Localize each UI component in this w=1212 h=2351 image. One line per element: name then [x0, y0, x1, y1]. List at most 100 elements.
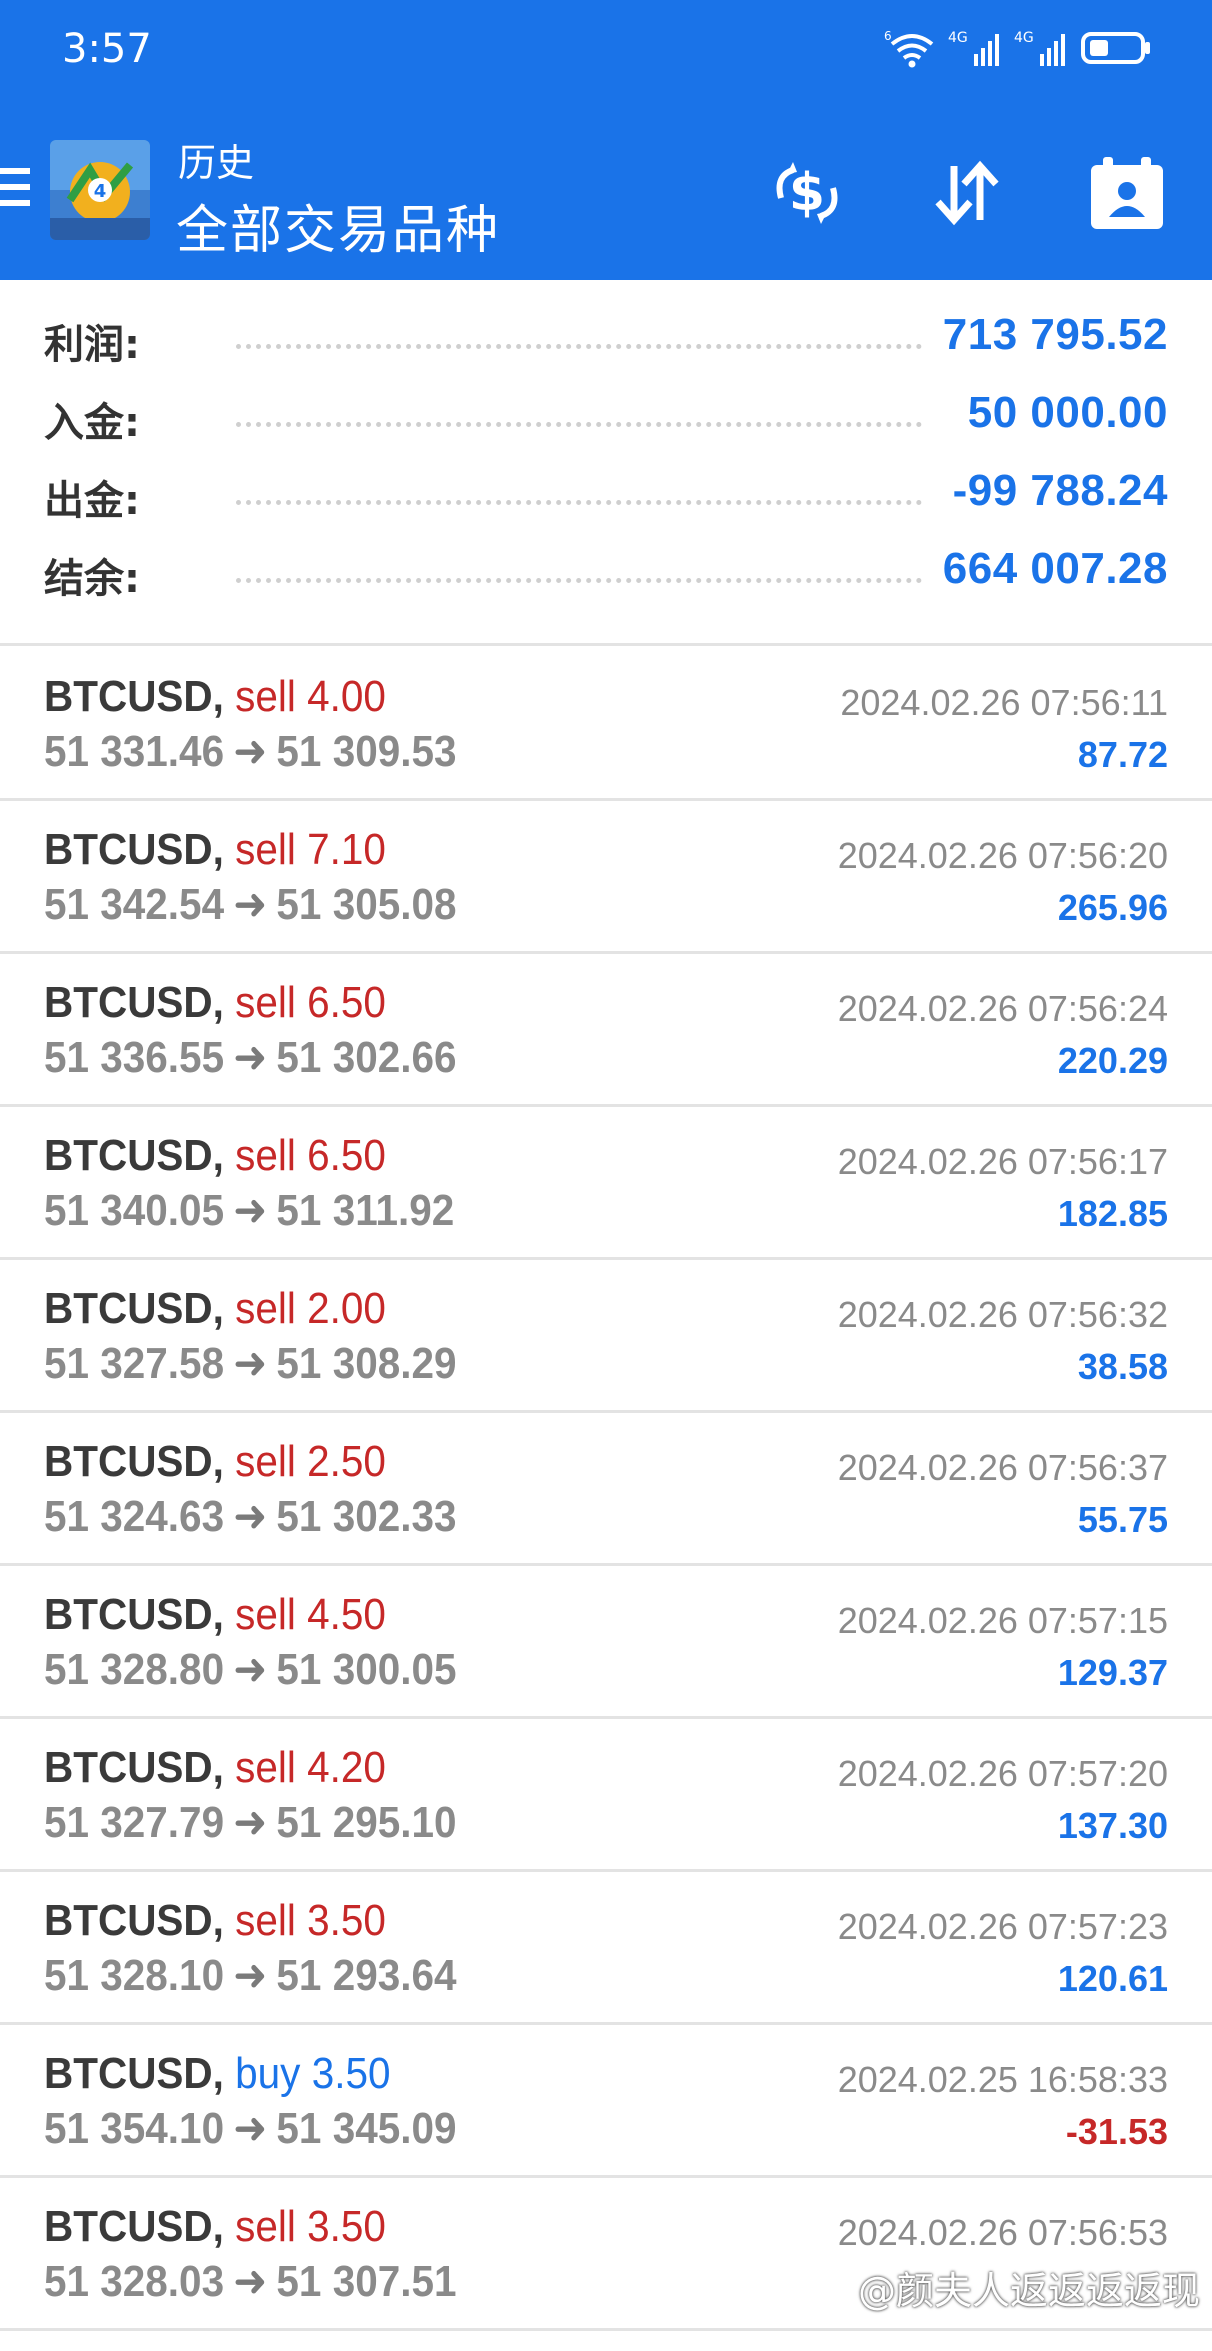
symbol-filter[interactable]: 全部交易品种: [176, 188, 500, 263]
separator: ,: [212, 1896, 236, 1945]
trade-volume: 3.50: [307, 1896, 386, 1945]
trade-side: buy: [235, 2049, 301, 2098]
close-price: 51 302.33: [276, 1492, 457, 1541]
trade-title: BTCUSD, sell 4.00: [44, 672, 386, 722]
battery-icon: [1081, 32, 1150, 64]
open-price: 51 328.03: [44, 2257, 225, 2306]
trade-row[interactable]: BTCUSD, buy 3.50 51 354.10 ➜ 51 345.09 2024.…: [0, 2025, 1212, 2178]
trade-row[interactable]: BTCUSD, sell 2.00 51 327.58 ➜ 51 308.29 2024…: [0, 1260, 1212, 1413]
trade-profit: 182.85: [1057, 1193, 1168, 1234]
trade-volume: 4.50: [307, 1590, 386, 1639]
trade-row[interactable]: BTCUSD, sell 4.20 51 327.79 ➜ 51 295.10 2024…: [0, 1719, 1212, 1872]
trade-prices: 51 328.10 ➜ 51 293.64: [44, 1950, 457, 2001]
trade-prices: 51 328.03 ➜ 51 307.51: [44, 2256, 457, 2307]
close-price: 51 311.92: [276, 1186, 455, 1235]
trade-side: sell: [235, 1284, 296, 1333]
trade-volume: 7.10: [307, 825, 386, 874]
trade-profit: 38.58: [1077, 1346, 1168, 1387]
watermark: @颜夫人返返返返现: [857, 2269, 1200, 2313]
trade-row[interactable]: BTCUSD, sell 4.50 51 328.80 ➜ 51 300.05 2024…: [0, 1566, 1212, 1719]
signal-icon-sim1: 4G: [948, 30, 999, 66]
close-price: 51 302.66: [276, 1033, 457, 1082]
trade-side: sell: [235, 1896, 296, 1945]
trade-side: sell: [235, 1743, 296, 1792]
trade-time: 2024.02.26 07:56:17: [837, 1141, 1168, 1182]
separator: ,: [212, 672, 236, 721]
signal-icon-sim2: 4G: [1014, 30, 1065, 66]
separator: ,: [212, 1590, 236, 1639]
trade-profit: 129.37: [1057, 1652, 1168, 1693]
svg-text:4: 4: [94, 181, 107, 202]
trade-time: 2024.02.26 07:57:15: [837, 1600, 1168, 1641]
arrow-right-icon: ➜: [233, 727, 268, 776]
close-price: 51 345.09: [276, 2104, 457, 2153]
trade-row[interactable]: BTCUSD, sell 3.50 51 328.10 ➜ 51 293.64 2024…: [0, 1872, 1212, 2025]
trade-profit: -31.53: [1065, 2111, 1168, 2152]
trade-prices: 51 328.80 ➜ 51 300.05: [44, 1644, 457, 1695]
sort-icon[interactable]: [922, 148, 1012, 238]
trade-row[interactable]: BTCUSD, sell 2.50 51 324.63 ➜ 51 302.33 2024…: [0, 1413, 1212, 1566]
trade-prices: 51 342.54 ➜ 51 305.08: [44, 879, 457, 930]
summary-value: -99 788.24: [952, 466, 1168, 515]
trade-symbol: BTCUSD: [44, 1590, 213, 1639]
trade-time: 2024.02.25 16:58:33: [837, 2059, 1168, 2100]
trade-prices: 51 327.58 ➜ 51 308.29: [44, 1338, 457, 1389]
trade-row[interactable]: BTCUSD, sell 4.00 51 331.46 ➜ 51 309.53 2024…: [0, 648, 1212, 801]
trade-symbol: BTCUSD: [44, 825, 213, 874]
arrow-right-icon: ➜: [233, 1033, 268, 1082]
dotted-leader: [236, 578, 922, 583]
trade-prices: 51 354.10 ➜ 51 345.09: [44, 2103, 457, 2154]
trade-time: 2024.02.26 07:56:53: [837, 2212, 1168, 2253]
summary-row-balance: 结余: 664 007.28: [0, 530, 1212, 608]
trade-symbol: BTCUSD: [44, 1743, 213, 1792]
menu-icon[interactable]: [0, 168, 32, 214]
separator: ,: [212, 978, 236, 1027]
trade-title: BTCUSD, sell 2.50: [44, 1437, 386, 1487]
summary-label: 利润:: [44, 322, 140, 368]
close-price: 51 308.29: [276, 1339, 457, 1388]
close-price: 51 295.10: [276, 1798, 457, 1847]
trade-row[interactable]: BTCUSD, sell 7.10 51 342.54 ➜ 51 305.08 2024…: [0, 801, 1212, 954]
trade-symbol: BTCUSD: [44, 978, 213, 1027]
balance-icon[interactable]: $: [762, 148, 852, 238]
open-price: 51 328.10: [44, 1951, 225, 2000]
arrow-right-icon: ➜: [233, 1951, 268, 2000]
open-price: 51 340.05: [44, 1186, 225, 1235]
separator: ,: [212, 1437, 236, 1486]
trade-title: BTCUSD, sell 3.50: [44, 1896, 386, 1946]
separator: ,: [212, 1743, 236, 1792]
trade-symbol: BTCUSD: [44, 1437, 213, 1486]
arrow-right-icon: ➜: [233, 2257, 268, 2306]
summary-row-withdrawal: 出金: -99 788.24: [0, 452, 1212, 530]
trade-symbol: BTCUSD: [44, 1896, 213, 1945]
trade-profit: 220.29: [1057, 1040, 1168, 1081]
trade-symbol: BTCUSD: [44, 2049, 213, 2098]
trade-side: sell: [235, 1590, 296, 1639]
calendar-icon[interactable]: [1082, 148, 1172, 238]
close-price: 51 309.53: [276, 727, 457, 776]
trade-prices: 51 324.63 ➜ 51 302.33: [44, 1491, 457, 1542]
trade-symbol: BTCUSD: [44, 1131, 213, 1180]
close-price: 51 293.64: [276, 1951, 457, 2000]
summary-panel: 利润: 713 795.52 入金: 50 000.00 出金: -99 788…: [0, 280, 1212, 646]
trade-symbol: BTCUSD: [44, 672, 213, 721]
trade-time: 2024.02.26 07:56:32: [837, 1294, 1168, 1335]
trade-time: 2024.02.26 07:56:37: [837, 1447, 1168, 1488]
separator: ,: [212, 825, 236, 874]
trade-prices: 51 331.46 ➜ 51 309.53: [44, 726, 457, 777]
trade-time: 2024.02.26 07:56:20: [837, 835, 1168, 876]
trade-side: sell: [235, 672, 296, 721]
separator: ,: [212, 1131, 236, 1180]
status-bar: 3:57 6 4G 4G: [0, 0, 1212, 96]
trade-row[interactable]: BTCUSD, sell 6.50 51 336.55 ➜ 51 302.66 2024…: [0, 954, 1212, 1107]
trade-time: 2024.02.26 07:56:24: [837, 988, 1168, 1029]
status-icons: 6 4G 4G: [884, 28, 1152, 68]
trade-volume: 4.00: [307, 672, 386, 721]
open-price: 51 342.54: [44, 880, 225, 929]
trade-side: sell: [235, 1131, 296, 1180]
trade-symbol: BTCUSD: [44, 1284, 213, 1333]
trade-title: BTCUSD, sell 4.50: [44, 1590, 386, 1640]
open-price: 51 327.79: [44, 1798, 225, 1847]
trade-row[interactable]: BTCUSD, sell 6.50 51 340.05 ➜ 51 311.92 2024…: [0, 1107, 1212, 1260]
trade-profit: 55.75: [1077, 1499, 1168, 1540]
